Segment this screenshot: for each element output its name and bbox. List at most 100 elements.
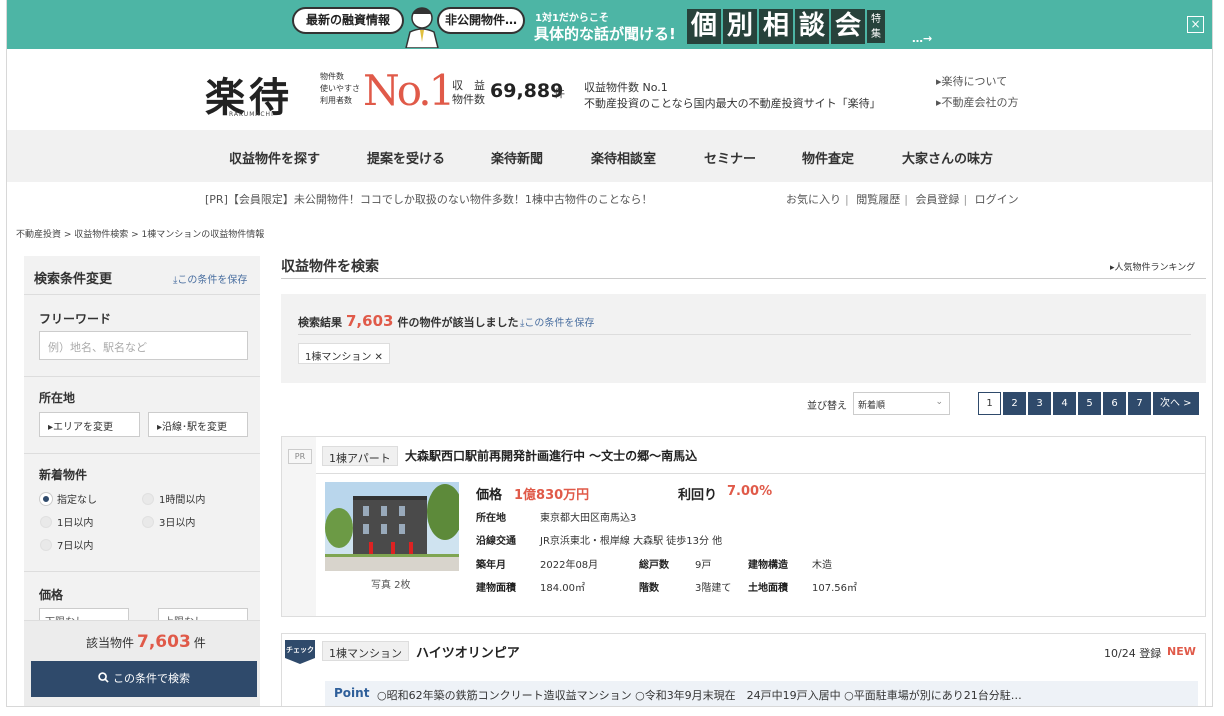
page-2[interactable]: 2 — [1003, 392, 1026, 415]
banner-subtitle-2: 具体的な話が聞ける! — [534, 25, 676, 43]
price-value: 1億830万円 — [514, 488, 590, 503]
page-6[interactable]: 6 — [1103, 392, 1126, 415]
radio-1hour[interactable]: 1時間以内 — [142, 491, 205, 506]
result-count-line: 検索結果 7,603 件の物件が該当しました — [298, 312, 518, 330]
listing-card[interactable]: PR 1棟アパート 大森駅西口駅前再開発計画進行中 ～文士の郷～南馬込 写真 2… — [281, 436, 1206, 617]
nav-item-proposals[interactable]: 提案を受ける — [367, 148, 445, 167]
radio-icon — [40, 538, 52, 551]
nav-item-consult[interactable]: 楽待相談室 — [591, 148, 656, 167]
sort-value: 新着順 — [858, 401, 886, 411]
nav-item-news[interactable]: 楽待新聞 — [491, 148, 543, 167]
header-desc-2: 不動産投資のことなら国内最大の不動産投資サイト「楽待」 — [584, 97, 881, 110]
address-label: 所在地 — [476, 513, 506, 524]
yield-value: 7.00% — [727, 484, 773, 499]
site-logo-sub: RAKUMACHI — [229, 111, 274, 118]
history-link[interactable]: 閲覧履歴 — [856, 193, 900, 206]
floors-value: 3階建て — [695, 583, 732, 594]
user-links: お気に入り | 閲覧履歴 | 会員登録 | ログイン — [786, 193, 1019, 206]
units-label: 総戸数 — [639, 560, 669, 571]
page-frame: 最新の融資情報 非公開物件… 1対1だからこそ 具体的な話が聞ける! 個 別 相… — [6, 0, 1213, 707]
favorites-link[interactable]: お気に入り — [786, 193, 841, 206]
radio-7days[interactable]: 7日以内 — [40, 537, 93, 552]
divider — [298, 334, 1191, 335]
yield-label: 利回り — [678, 488, 718, 503]
radio-3days[interactable]: 3日以内 — [142, 514, 195, 529]
page-1[interactable]: 1 — [978, 392, 1001, 415]
nav-item-seminar[interactable]: セミナー — [704, 148, 756, 167]
divider — [24, 376, 260, 377]
about-link[interactable]: ▸楽待について — [936, 73, 1007, 89]
property-count-unit: 件 — [554, 87, 565, 100]
banner-subtitle-1: 1対1だからこそ — [535, 13, 609, 24]
result-summary: 検索結果 7,603 件の物件が該当しました ⤓この条件を保存 1棟マンション … — [281, 294, 1206, 383]
search-button[interactable]: この条件で検索 — [31, 661, 257, 697]
search-icon — [98, 672, 109, 683]
banner-close-icon[interactable]: × — [1187, 16, 1204, 33]
property-photo[interactable] — [325, 482, 459, 571]
radio-none[interactable]: 指定なし — [40, 491, 97, 506]
banner-bubble-private: 非公開物件… — [437, 7, 525, 34]
page-4[interactable]: 4 — [1053, 392, 1076, 415]
main-nav: 収益物件を探す 提案を受ける 楽待新聞 楽待相談室 セミナー 物件査定 大家さん… — [7, 130, 1212, 182]
transit-label: 沿線交通 — [476, 536, 516, 547]
change-area-button[interactable]: ▸エリアを変更 — [39, 412, 140, 437]
units-value: 9戸 — [695, 560, 712, 571]
change-line-button[interactable]: ▸沿線･駅を変更 — [148, 412, 248, 437]
next-page-button[interactable]: 次へ > — [1153, 392, 1199, 415]
login-link[interactable]: ログイン — [975, 193, 1019, 206]
property-count-label-line: 物件数 — [452, 93, 485, 106]
page-3[interactable]: 3 — [1028, 392, 1051, 415]
address-value: 東京都大田区南馬込3 — [540, 513, 637, 524]
title-underline — [281, 278, 1206, 279]
pr-notice-link[interactable]: [PR]【会員限定】未公開物件！ココでしか取扱のない物件多数！1棟中古物件のこと… — [205, 191, 653, 207]
result-save-link[interactable]: ⤓この条件を保存 — [520, 314, 594, 329]
match-count: 該当物件 7,603 件 — [86, 632, 206, 652]
svg-text:チェック: チェック — [286, 645, 314, 654]
nav-item-search[interactable]: 収益物件を探す — [229, 148, 320, 167]
divider — [24, 453, 260, 454]
nav-item-landlord[interactable]: 大家さんの味方 — [902, 148, 993, 167]
point-label: Point — [334, 686, 370, 700]
floors-label: 階数 — [639, 583, 659, 594]
listing-title[interactable]: ハイツオリンピア — [416, 642, 520, 661]
ranking-link[interactable]: ▸人気物件ランキング — [1110, 260, 1195, 273]
page-5[interactable]: 5 — [1078, 392, 1101, 415]
match-count-value: 7,603 — [137, 632, 191, 652]
banner-char: 個 — [687, 9, 721, 44]
freeword-label: フリーワード — [39, 312, 112, 326]
building-area-value: 184.00㎡ — [540, 583, 585, 594]
banner-bubble-financing: 最新の融資情報 — [292, 7, 404, 34]
page-7[interactable]: 7 — [1128, 392, 1151, 415]
building-area-label: 建物面積 — [476, 583, 516, 594]
for-agents-link[interactable]: ▸不動産会社の方 — [936, 94, 1019, 110]
check-badge-icon: チェック — [285, 640, 315, 664]
new-listing-label: 新着物件 — [39, 468, 88, 482]
nav-item-appraisal[interactable]: 物件査定 — [802, 148, 854, 167]
match-count-unit: 件 — [193, 636, 206, 650]
registration-date: 10/24 登録 — [1104, 647, 1162, 660]
sort-select[interactable]: 新着順 ⌄ — [853, 392, 950, 415]
match-count-label: 該当物件 — [86, 636, 135, 650]
filter-tag[interactable]: 1棟マンション ✕ — [298, 343, 390, 364]
location-label: 所在地 — [39, 391, 76, 405]
radio-1day[interactable]: 1日以内 — [40, 514, 93, 529]
sidebar-search-footer: 該当物件 7,603 件 この条件で検索 — [24, 620, 260, 706]
property-type-tag: 1棟マンション — [322, 641, 409, 661]
listing-title[interactable]: 大森駅西口駅前再開発計画進行中 ～文士の郷～南馬込 — [405, 447, 697, 464]
sort-label: 並び替え — [807, 401, 847, 412]
breadcrumb[interactable]: 不動産投資 > 収益物件検索 > 1棟マンションの収益物件情報 — [16, 227, 264, 240]
banner-char: 会 — [831, 9, 865, 44]
price-label: 価格 — [476, 488, 503, 503]
result-count: 7,603 — [346, 312, 394, 330]
listing-card[interactable]: チェック 1棟マンション ハイツオリンピア 10/24 登録 NEW Point… — [281, 633, 1206, 706]
pagination: 1 2 3 4 5 6 7 次へ > — [978, 392, 1199, 415]
property-count-value: 69,889 — [490, 80, 564, 102]
sidebar-save-link[interactable]: ⤓この条件を保存 — [173, 271, 247, 286]
freeword-input[interactable]: 例）地名、駅名など — [39, 331, 248, 360]
point-bar: Point ○昭和62年築の鉄筋コンクリート造収益マンション ○令和3年9月末現… — [325, 681, 1198, 706]
property-type-tag: 1棟アパート — [322, 446, 398, 466]
promo-banner[interactable]: 最新の融資情報 非公開物件… 1対1だからこそ 具体的な話が聞ける! 個 別 相… — [7, 0, 1212, 49]
photo-caption: 写真 2枚 — [371, 580, 411, 591]
pr-badge: PR — [288, 449, 312, 464]
register-link[interactable]: 会員登録 — [915, 193, 959, 206]
